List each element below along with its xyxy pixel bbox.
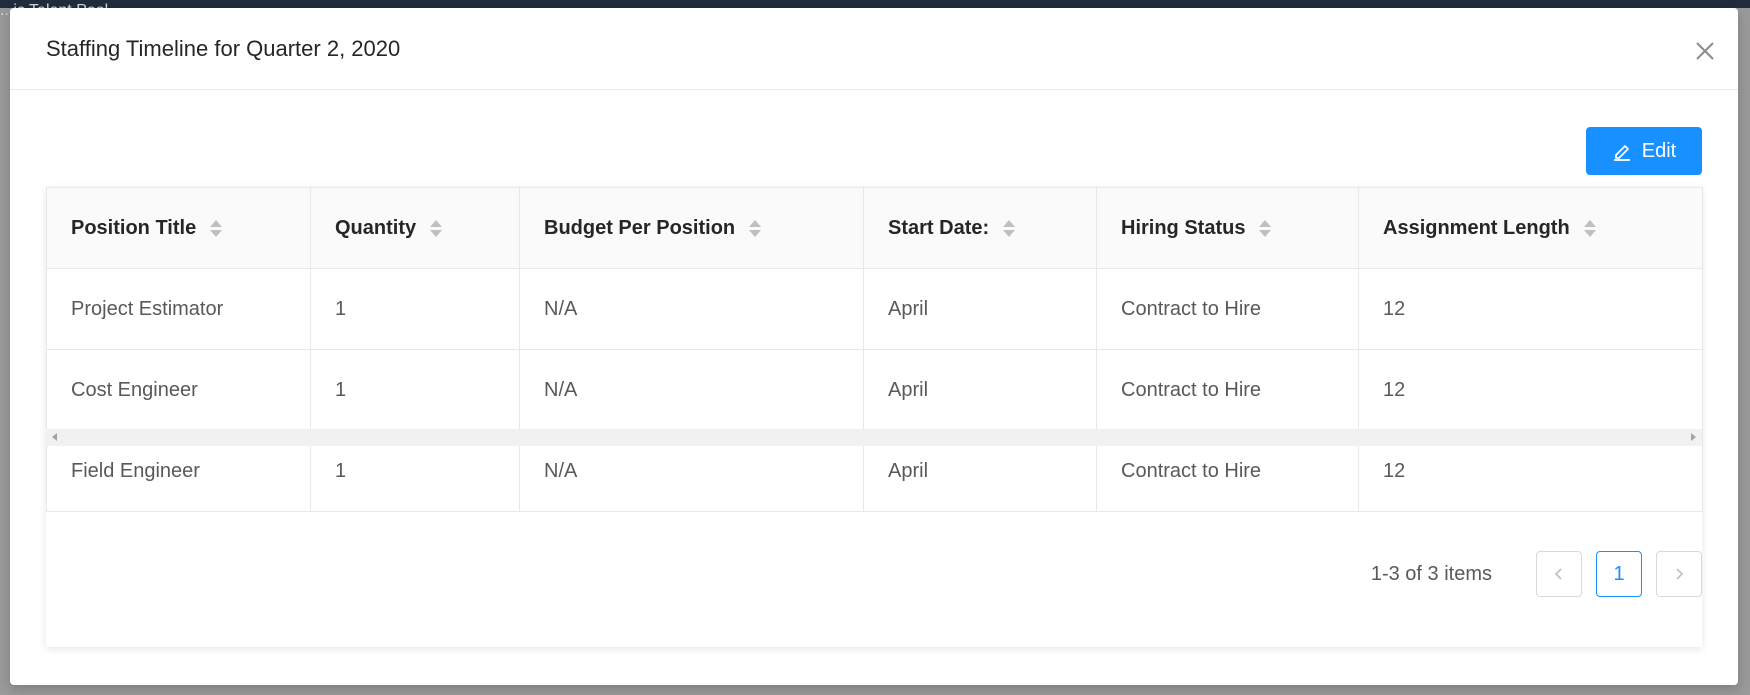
column-header-hiring-status[interactable]: Hiring Status — [1096, 187, 1359, 269]
chevron-right-icon — [1676, 568, 1684, 580]
sort-icon[interactable] — [1259, 219, 1272, 237]
staffing-table-card: Position Title Quantity Budget Per Posit… — [46, 187, 1703, 647]
column-header-budget[interactable]: Budget Per Position — [519, 187, 864, 269]
table-cell: April — [863, 268, 1097, 350]
table-cell: April — [863, 349, 1097, 431]
table-cell: Cost Engineer — [46, 349, 311, 431]
pagination-total: 1-3 of 3 items — [1370, 562, 1492, 585]
table-cell: N/A — [519, 349, 864, 431]
modal-header: Staffing Timeline for Quarter 2, 2020 — [10, 8, 1738, 90]
pagination: 1-3 of 3 items 1 — [1371, 551, 1702, 597]
staffing-table: Position Title Quantity Budget Per Posit… — [46, 187, 1703, 512]
horizontal-scrollbar[interactable] — [46, 429, 1702, 446]
edit-icon — [1612, 141, 1632, 161]
scroll-right-icon[interactable] — [1691, 433, 1696, 441]
sort-icon[interactable] — [1003, 219, 1016, 237]
column-header-assignment-length[interactable]: Assignment Length — [1358, 187, 1703, 269]
table-cell: Contract to Hire — [1096, 268, 1359, 350]
table-cell: N/A — [519, 268, 864, 350]
column-header-position-title[interactable]: Position Title — [46, 187, 311, 269]
sort-icon[interactable] — [210, 219, 223, 237]
sort-icon[interactable] — [1583, 219, 1596, 237]
edit-button[interactable]: Edit — [1586, 127, 1702, 175]
modal-title: Staffing Timeline for Quarter 2, 2020 — [46, 36, 401, 61]
sort-icon[interactable] — [430, 219, 443, 237]
sort-icon[interactable] — [749, 219, 762, 237]
table-cell: 12 — [1358, 268, 1703, 350]
chevron-left-icon — [1554, 568, 1562, 580]
table-cell: 1 — [310, 268, 520, 350]
table-header-row: Position Title Quantity Budget Per Posit… — [46, 187, 1703, 269]
table-row: Cost Engineer 1 N/A April Contract to Hi… — [46, 349, 1703, 431]
close-icon[interactable] — [1692, 38, 1718, 64]
page-button-current[interactable]: 1 — [1596, 551, 1642, 597]
edit-button-label: Edit — [1641, 139, 1677, 162]
staffing-timeline-modal: Staffing Timeline for Quarter 2, 2020 Ed… — [10, 8, 1738, 685]
table-cell: 12 — [1358, 349, 1703, 431]
next-page-button[interactable] — [1656, 551, 1702, 597]
background-header-bar — [0, 0, 1750, 8]
column-header-quantity[interactable]: Quantity — [310, 187, 520, 269]
table-row: Project Estimator 1 N/A April Contract t… — [46, 268, 1703, 350]
table-cell: Contract to Hire — [1096, 349, 1359, 431]
table-cell: 1 — [310, 349, 520, 431]
column-header-start-date[interactable]: Start Date: — [863, 187, 1097, 269]
scroll-left-icon[interactable] — [52, 433, 57, 441]
table-cell: Project Estimator — [46, 268, 311, 350]
prev-page-button[interactable] — [1536, 551, 1582, 597]
